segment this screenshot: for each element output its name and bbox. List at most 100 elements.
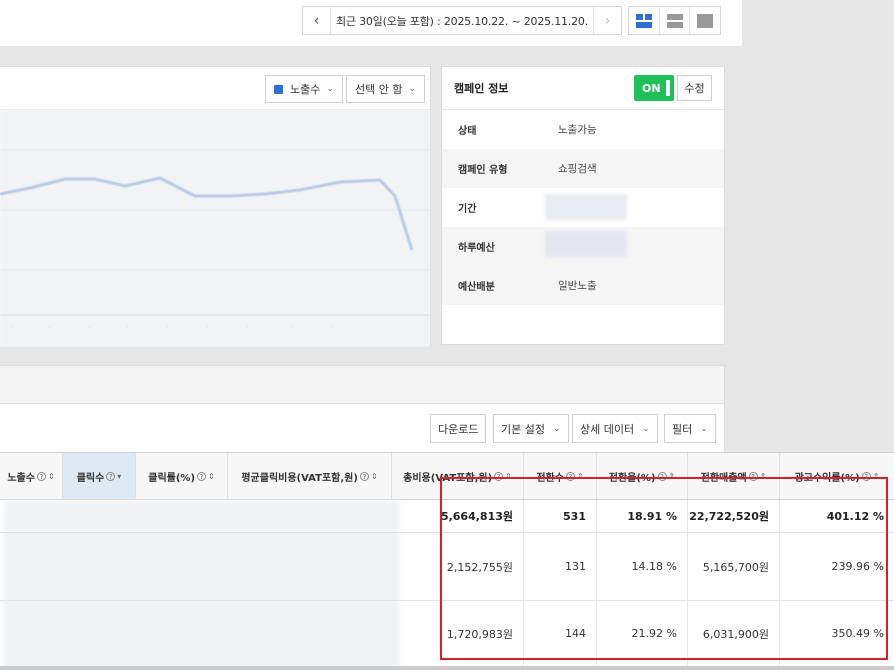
svg-text:·: · — [290, 323, 293, 332]
edit-button[interactable]: 수정 — [677, 75, 712, 101]
help-icon[interactable]: ? — [494, 471, 504, 481]
col-avg-cpc[interactable]: 평균클릭비용(VAT포함,원)? ⇕ — [228, 453, 392, 499]
cell-conv-revenue: 6,031,900원 — [688, 601, 780, 666]
cell-roas: 350.49 % — [831, 627, 884, 640]
cell-conv-revenue: 22,722,520원 — [688, 500, 780, 532]
col-total-cost[interactable]: 총비용(VAT포함,원)? ⇕ — [392, 453, 524, 499]
sort-icon[interactable]: ⇕ — [208, 472, 215, 481]
toggle-label: ON — [642, 81, 661, 95]
redacted-value — [545, 231, 627, 257]
cell-total-cost: 5,664,813원 — [392, 500, 524, 532]
top-bar: ‹ 최근 30일(오늘 포함) : 2025.10.22. ~ 2025.11.… — [0, 0, 742, 46]
prev-period-button[interactable]: ‹ — [303, 7, 331, 34]
filter-label: 필터 — [672, 422, 693, 436]
svg-text:·: · — [126, 323, 129, 332]
table-row: 5,664,813원 531 18.91 % 22,722,520원 401.1… — [0, 500, 894, 533]
campaign-on-toggle[interactable]: ON — [634, 75, 674, 101]
sort-desc-icon[interactable]: ▾ — [117, 472, 121, 481]
info-value: 일반노출 — [558, 280, 597, 292]
filter-select[interactable]: 필터 ⌄ — [664, 414, 716, 443]
cell-total-cost: 2,152,755원 — [392, 533, 524, 600]
toggle-knob — [666, 80, 670, 96]
col-roas[interactable]: 광고수익률(%)? ⇕ — [780, 453, 894, 499]
table-row: 2,152,755원 131 14.18 % 5,165,700원 239.96… — [0, 533, 894, 601]
help-icon[interactable]: ? — [657, 471, 667, 481]
view-layout-toggle — [628, 6, 721, 35]
detail-data-label: 상세 데이터 — [580, 422, 635, 436]
stats-table: 노출수? ⇕ 클릭수? ▾ 클릭률(%)? ⇕ 평균클릭비용(VAT포함,원)? ⇕ 총… — [0, 452, 894, 670]
help-icon[interactable]: ? — [197, 471, 207, 481]
metric-select[interactable]: 노출수 ⌄ — [265, 75, 343, 103]
info-value: 노출가능 — [558, 124, 597, 136]
sort-icon[interactable]: ⇕ — [371, 472, 378, 481]
col-label: 평균클릭비용(VAT포함,원) — [241, 472, 358, 484]
col-label: 전환수 — [536, 472, 564, 484]
basic-settings-select[interactable]: 기본 설정 ⌄ — [493, 414, 569, 443]
cell-roas: 401.12 % — [826, 509, 884, 523]
help-icon[interactable]: ? — [748, 471, 758, 481]
cell-conv-rate: 18.91 % — [597, 500, 688, 532]
layout-single-button[interactable] — [690, 7, 720, 34]
sort-icon[interactable]: ⇕ — [873, 472, 880, 481]
col-ctr[interactable]: 클릭률(%)? ⇕ — [136, 453, 228, 499]
col-label: 전환율(%) — [608, 472, 656, 484]
download-button[interactable]: 다운로드 — [430, 414, 487, 443]
sort-icon[interactable]: ⇕ — [48, 472, 55, 481]
layout-rows-button[interactable] — [660, 7, 691, 34]
sort-icon[interactable]: ⇕ — [760, 472, 767, 481]
svg-text:·: · — [246, 323, 249, 332]
chart-canvas: · · · · · · · · · — [0, 149, 430, 332]
info-key: 하루예산 — [458, 243, 495, 254]
table-header: 노출수? ⇕ 클릭수? ▾ 클릭률(%)? ⇕ 평균클릭비용(VAT포함,원)? ⇕ 총… — [0, 452, 894, 500]
compare-select[interactable]: 선택 안 함 ⌄ — [346, 75, 426, 103]
col-label: 광고수익률(%) — [794, 472, 860, 484]
svg-text:·: · — [88, 323, 91, 332]
rows-layout-icon — [666, 13, 683, 28]
help-icon[interactable]: ? — [106, 471, 116, 481]
info-row-daily-budget: 하루예산 — [442, 227, 724, 266]
metric-color-swatch — [274, 84, 283, 94]
sort-icon[interactable]: ⇕ — [669, 472, 676, 481]
help-icon[interactable]: ? — [861, 471, 871, 481]
col-conv-rate[interactable]: 전환율(%)? ⇕ — [597, 453, 688, 499]
performance-chart-panel: 노출수 ⌄ 선택 안 함 ⌄ · · · · · · · · · — [0, 66, 431, 347]
svg-text:·: · — [206, 323, 209, 332]
download-label: 다운로드 — [438, 422, 479, 436]
col-label: 클릭수 — [76, 472, 105, 484]
info-row-status: 상태 노출가능 — [442, 110, 724, 149]
detail-data-select[interactable]: 상세 데이터 ⌄ — [572, 414, 658, 443]
chevron-down-icon: ⌄ — [700, 423, 708, 434]
info-key: 예산배분 — [458, 282, 495, 293]
cell-conversions: 144 — [524, 601, 597, 666]
col-impressions[interactable]: 노출수? ⇕ — [0, 453, 63, 499]
chart-header: 노출수 ⌄ 선택 안 함 ⌄ — [0, 67, 430, 110]
grid-layout-icon — [635, 13, 652, 28]
sort-icon[interactable]: ⇕ — [577, 472, 584, 481]
sort-icon[interactable]: ⇕ — [505, 472, 512, 481]
col-clicks[interactable]: 클릭수? ▾ — [63, 453, 136, 499]
horizontal-scrollbar[interactable] — [0, 666, 894, 670]
metric-select-label: 노출수 — [290, 83, 321, 96]
help-icon[interactable]: ? — [565, 471, 575, 481]
info-value: 쇼핑검색 — [558, 163, 597, 175]
help-icon[interactable]: ? — [359, 471, 369, 481]
next-period-button[interactable]: › — [593, 7, 621, 34]
col-label: 전환매출액 — [700, 472, 747, 484]
chevron-down-icon: ⌄ — [408, 84, 417, 94]
cell-conversions: 531 — [524, 500, 597, 532]
campaign-info-header: 캠페인 정보 ON 수정 — [442, 67, 724, 110]
help-icon[interactable]: ? — [36, 471, 46, 481]
redacted-value — [545, 194, 627, 220]
cell-roas: 239.96 % — [831, 560, 884, 573]
svg-text:·: · — [166, 323, 169, 332]
basic-settings-label: 기본 설정 — [501, 422, 545, 436]
layout-grid-button[interactable] — [629, 7, 660, 34]
chart-line-series — [0, 176, 414, 251]
date-range-picker[interactable]: ‹ 최근 30일(오늘 포함) : 2025.10.22. ~ 2025.11.… — [302, 6, 622, 35]
info-key: 캠페인 유형 — [458, 165, 508, 176]
cell-total-cost: 1,720,983원 — [392, 601, 524, 666]
col-conv-revenue[interactable]: 전환매출액? ⇕ — [688, 453, 780, 499]
col-label: 클릭률(%) — [148, 472, 196, 484]
col-conversions[interactable]: 전환수? ⇕ — [524, 453, 597, 499]
date-range-label[interactable]: 최근 30일(오늘 포함) : 2025.10.22. ~ 2025.11.20… — [331, 13, 593, 29]
